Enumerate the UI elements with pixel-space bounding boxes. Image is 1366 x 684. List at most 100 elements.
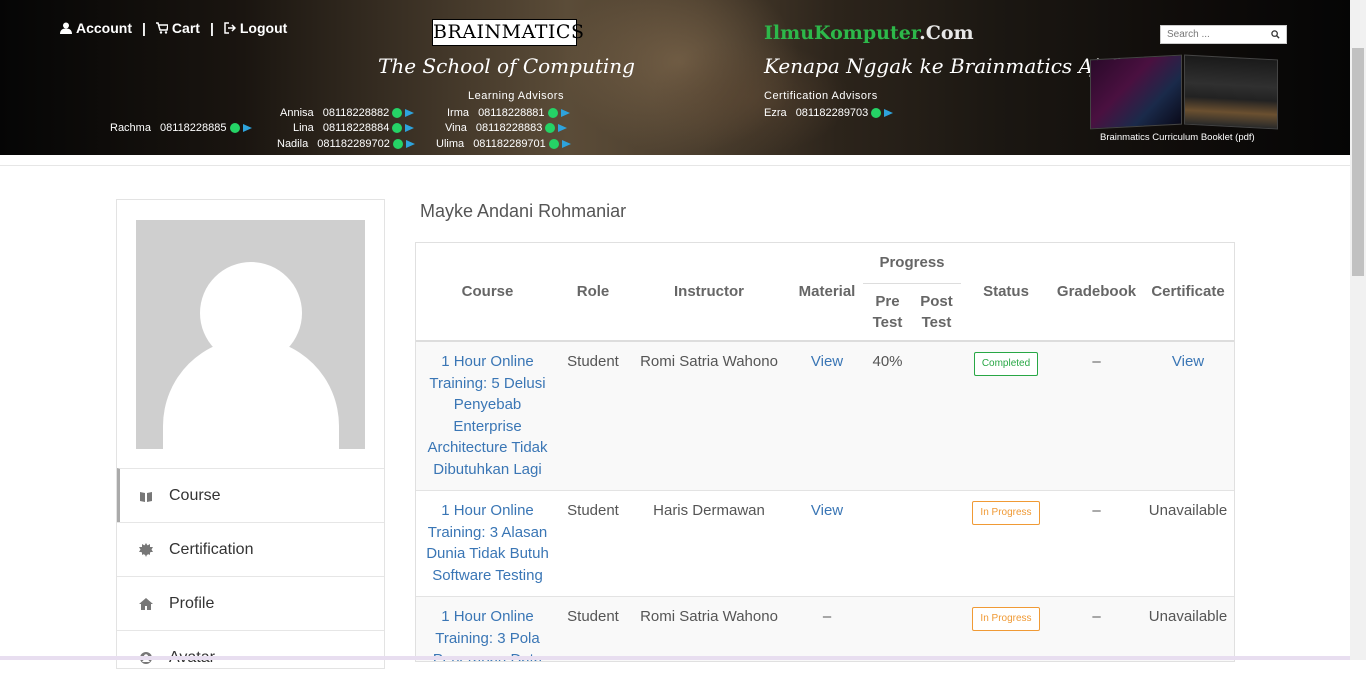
- logout-link[interactable]: Logout: [224, 20, 287, 36]
- advisor-name: Lina: [293, 122, 314, 134]
- ilmukomputer-logo[interactable]: IlmuKomputer.Com: [764, 22, 974, 44]
- status-badge: In Progress: [972, 501, 1040, 525]
- nav-separator: |: [209, 20, 214, 36]
- account-link[interactable]: Account: [60, 20, 132, 36]
- column-header-gradebook: Gradebook: [1056, 283, 1137, 300]
- scrollbar-thumb[interactable]: [1352, 48, 1364, 276]
- telegram-icon[interactable]: [405, 140, 415, 148]
- advisor-phone: 08118228882: [322, 107, 390, 119]
- advisor-phone: 08118228883: [475, 122, 543, 134]
- table-row: 1 Hour Online Training: 3 Pola Penerapan…: [416, 596, 1234, 661]
- nav-separator: |: [142, 20, 146, 36]
- telegram-icon[interactable]: [405, 124, 415, 132]
- column-header-course: Course: [461, 283, 514, 300]
- advisor-contact: Nadila 081182289702: [277, 138, 415, 150]
- gradebook-cell: –: [1092, 502, 1101, 519]
- telegram-icon[interactable]: [561, 140, 571, 148]
- cart-link[interactable]: Cart: [155, 20, 200, 36]
- certificate-cell: Unavailable: [1148, 608, 1228, 625]
- logout-icon: [224, 22, 236, 34]
- post-test-cell: [912, 341, 961, 491]
- sidebar-item-label: Profile: [169, 594, 215, 612]
- header-divider: [0, 158, 1350, 166]
- whatsapp-icon[interactable]: [547, 108, 558, 118]
- book-icon: [140, 491, 152, 502]
- material-cell: –: [822, 608, 832, 625]
- page-title: Mayke Andani Rohmaniar: [420, 201, 627, 221]
- ilmu-white-text: .Com: [919, 22, 974, 44]
- certificate-view-link[interactable]: View: [1172, 353, 1204, 370]
- telegram-icon[interactable]: [560, 109, 570, 117]
- vertical-scrollbar[interactable]: [1350, 0, 1366, 660]
- ilmu-tagline: Kenapa Nggak ke Brainmatics Aja?: [764, 54, 1122, 78]
- certification-advisors-title: Certification Advisors: [764, 90, 878, 102]
- learning-advisors-title: Learning Advisors: [468, 90, 564, 102]
- telegram-icon[interactable]: [558, 124, 568, 132]
- sidebar-item-label: Certification: [169, 540, 254, 558]
- sidebar-item-label: Course: [169, 486, 221, 504]
- sidebar-item-profile[interactable]: Profile: [117, 576, 384, 630]
- avatar-head-shape: [200, 262, 302, 364]
- curriculum-booklet-image[interactable]: [1090, 54, 1278, 130]
- telegram-icon[interactable]: [405, 109, 415, 117]
- whatsapp-icon[interactable]: [871, 108, 882, 118]
- gradebook-cell: –: [1092, 608, 1101, 625]
- brainmatics-logo[interactable]: BRAINMATICS: [432, 19, 584, 46]
- column-header-role: Role: [576, 283, 610, 300]
- sidebar-item-course[interactable]: Course: [117, 468, 384, 522]
- brand-tagline: The School of Computing: [378, 54, 635, 78]
- booklet-label[interactable]: Brainmatics Curriculum Booklet (pdf): [1100, 132, 1255, 143]
- booklet-page-right: [1184, 54, 1278, 130]
- advisor-phone: 081182289702: [317, 138, 390, 150]
- booklet-page-left: [1090, 54, 1182, 130]
- advisor-name: Vina: [445, 122, 467, 134]
- column-header-instructor: Instructor: [673, 283, 744, 300]
- pre-test-cell: [863, 491, 912, 597]
- table-row: 1 Hour Online Training: 5 Delusi Penyeba…: [416, 341, 1234, 491]
- column-header-progress: Progress: [863, 243, 961, 284]
- advisor-name: Nadila: [277, 138, 309, 150]
- gradebook-cell: –: [1092, 353, 1101, 370]
- bottom-strip: [0, 656, 1350, 660]
- advisor-name: Ulima: [436, 138, 465, 150]
- advisor-name: Annisa: [280, 107, 314, 119]
- advisor-name: Irma: [447, 107, 469, 119]
- whatsapp-icon[interactable]: [392, 139, 403, 149]
- advisor-name: Rachma: [110, 122, 151, 134]
- whatsapp-icon[interactable]: [392, 108, 403, 118]
- pre-test-cell: 40%: [872, 353, 903, 370]
- user-icon: [60, 22, 72, 34]
- material-view-link[interactable]: View: [811, 502, 843, 519]
- search-input[interactable]: [1167, 29, 1262, 40]
- advisor-contact: Rachma 08118228885: [110, 122, 252, 134]
- material-view-link[interactable]: View: [811, 353, 843, 370]
- advisor-contact: Lina 08118228884: [293, 122, 415, 134]
- home-icon: [139, 597, 153, 610]
- telegram-icon[interactable]: [884, 109, 894, 117]
- instructor-cell: Haris Dermawan: [653, 502, 765, 519]
- ilmu-green-text: IlmuKomputer: [764, 22, 920, 44]
- search-icon[interactable]: [1271, 30, 1280, 39]
- search-box: [1160, 25, 1287, 44]
- whatsapp-icon[interactable]: [548, 139, 559, 149]
- certificate-cell: Unavailable: [1148, 502, 1228, 519]
- whatsapp-icon[interactable]: [545, 123, 556, 133]
- advisor-name: Ezra: [764, 107, 787, 119]
- account-label: Account: [76, 20, 132, 36]
- sidebar-item-certification[interactable]: Certification: [117, 522, 384, 576]
- advisor-phone: 081182289703: [795, 107, 869, 119]
- telegram-icon[interactable]: [242, 124, 252, 132]
- whatsapp-icon[interactable]: [392, 123, 403, 133]
- course-link[interactable]: 1 Hour Online Training: 5 Delusi Penyeba…: [427, 353, 547, 478]
- advisor-phone: 081182289701: [473, 138, 546, 150]
- course-link[interactable]: 1 Hour Online Training: 3 Pola Penerapan…: [433, 608, 542, 661]
- avatar: [136, 220, 365, 449]
- advisor-contact: Ulima 081182289701: [436, 138, 571, 150]
- course-link[interactable]: 1 Hour Online Training: 3 Alasan Dunia T…: [426, 502, 549, 584]
- column-header-status: Status: [983, 283, 1029, 300]
- cart-label: Cart: [171, 20, 200, 36]
- advisor-contact: Irma 08118228881: [447, 107, 570, 119]
- status-badge: Completed: [973, 352, 1039, 376]
- advisor-contact: Ezra 081182289703: [764, 107, 894, 119]
- whatsapp-icon[interactable]: [229, 123, 240, 133]
